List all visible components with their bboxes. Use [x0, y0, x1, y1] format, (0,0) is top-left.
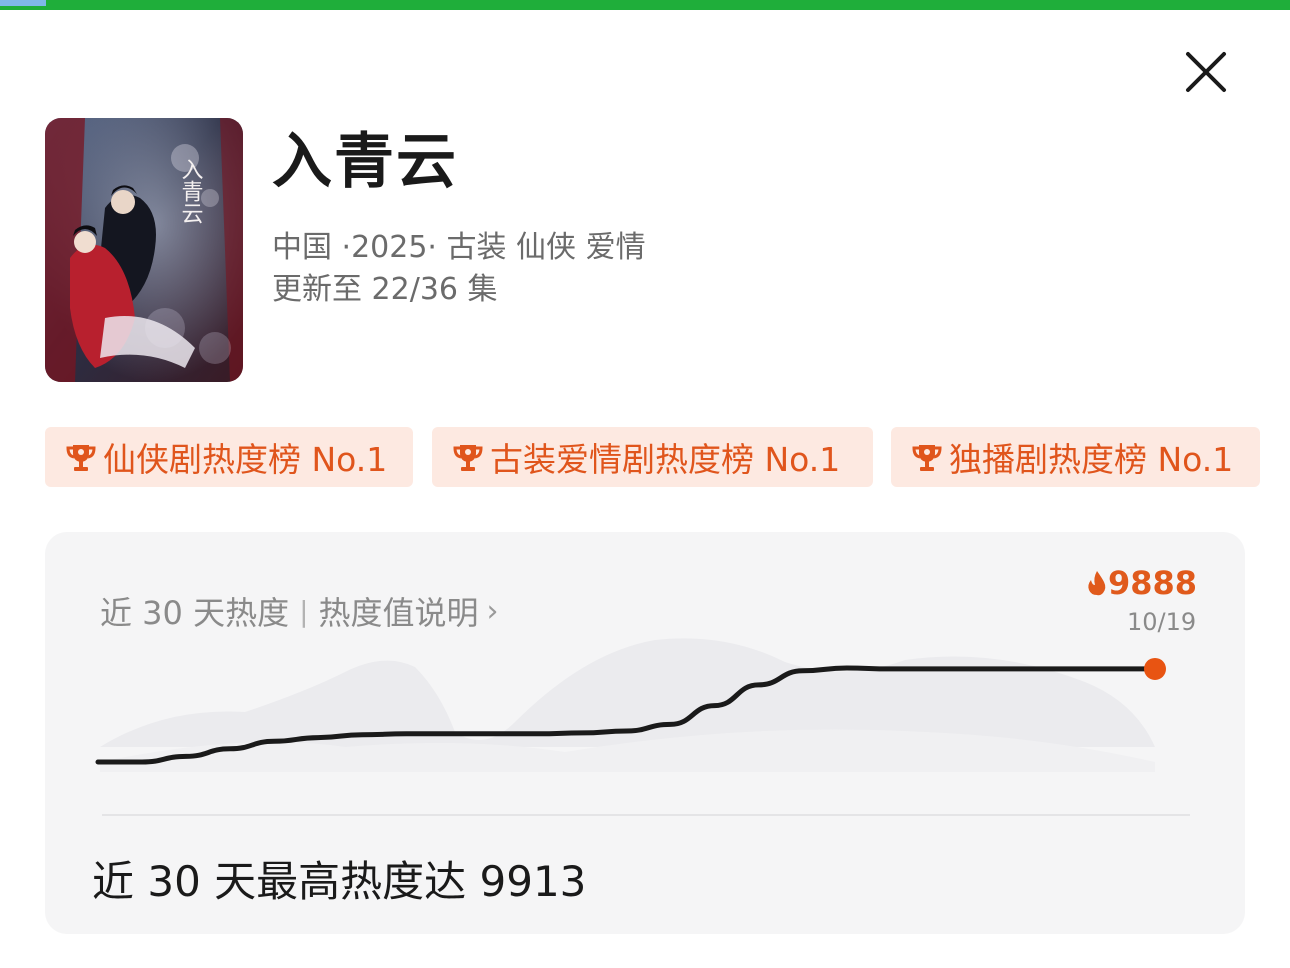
- heat-divider: [102, 814, 1190, 816]
- poster-title: 入青云: [178, 158, 204, 224]
- heat-card: 近 30 天热度 | 热度值说明 › 9888 10/19 近 30 天最高热度…: [45, 532, 1245, 934]
- trophy-icon: [66, 445, 96, 471]
- heat-header: 近 30 天热度 | 热度值说明 ›: [100, 588, 499, 634]
- poster-image[interactable]: 入青云: [45, 118, 243, 382]
- chevron-right-icon[interactable]: ›: [487, 594, 499, 629]
- heat-current-date: 10/19: [1127, 608, 1197, 636]
- ranking-badge-costume-romance[interactable]: 古装爱情剧热度榜 No.1: [432, 427, 873, 487]
- ranking-badge-xianxia[interactable]: 仙侠剧热度榜 No.1: [45, 427, 413, 487]
- badge-label: 仙侠剧热度榜 No.1: [103, 440, 388, 479]
- close-icon: [1186, 52, 1226, 92]
- heat-current-point[interactable]: [1144, 657, 1166, 680]
- background-mountains: [100, 638, 1155, 772]
- heat-explain-link[interactable]: 热度值说明: [319, 588, 479, 634]
- badge-label: 独播剧热度榜 No.1: [949, 440, 1234, 479]
- heat-current-value: 9888: [1086, 564, 1197, 602]
- trophy-icon: [912, 445, 942, 471]
- status-top-bar-left: [0, 0, 46, 6]
- show-title: 入青云: [272, 127, 458, 197]
- episode-status: 更新至 22/36 集: [272, 272, 498, 307]
- heat-summary: 近 30 天最高热度达 9913: [92, 857, 587, 906]
- status-top-bar: [0, 0, 1290, 10]
- trophy-icon: [453, 445, 483, 471]
- show-meta: 中国 ·2025· 古装 仙侠 爱情: [272, 230, 646, 265]
- heat-period-label: 近 30 天热度: [100, 594, 290, 632]
- heat-header-separator: |: [299, 594, 309, 628]
- heat-value-text: 9888: [1107, 564, 1197, 602]
- flame-icon: [1088, 571, 1106, 596]
- badge-label: 古装爱情剧热度榜 No.1: [490, 440, 841, 479]
- close-button[interactable]: [1180, 46, 1232, 98]
- ranking-badge-exclusive[interactable]: 独播剧热度榜 No.1: [891, 427, 1260, 487]
